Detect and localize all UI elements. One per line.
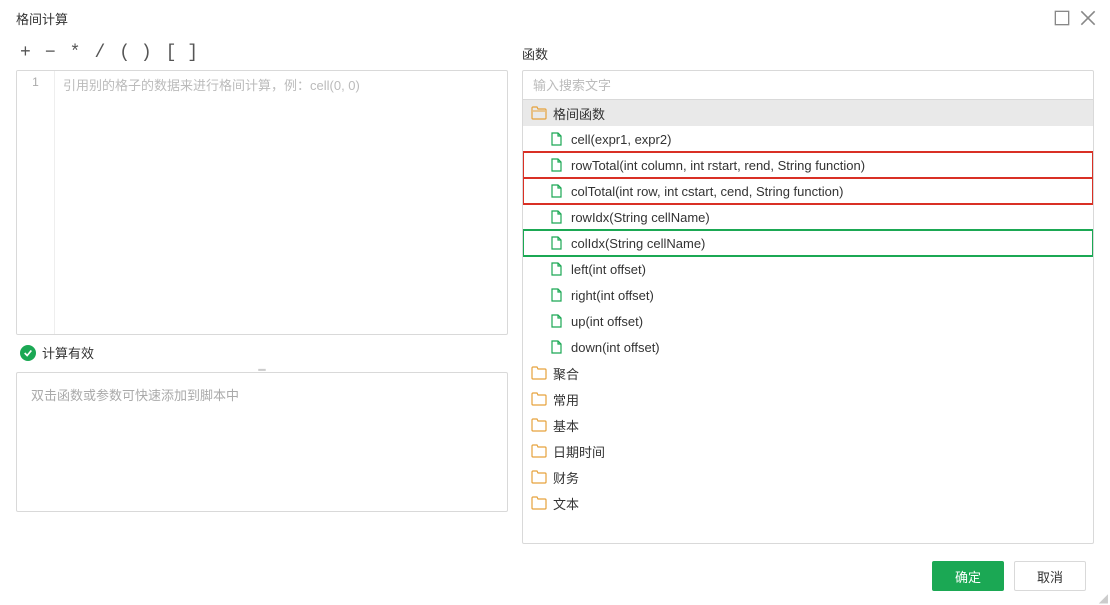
tree-folder[interactable]: 聚合 xyxy=(523,360,1093,386)
tree-label: up(int offset) xyxy=(571,314,643,329)
code-editor[interactable]: 1 引用别的格子的数据来进行格间计算，例：cell(0, 0) xyxy=(16,70,508,335)
tree-folder[interactable]: 格间函数 xyxy=(523,100,1093,126)
editor-gutter: 1 xyxy=(17,71,55,334)
tree-label: 文本 xyxy=(553,494,579,513)
file-icon xyxy=(549,340,565,354)
cancel-button[interactable]: 取消 xyxy=(1014,561,1086,591)
file-icon xyxy=(549,288,565,302)
editor-content[interactable]: 引用别的格子的数据来进行格间计算，例：cell(0, 0) xyxy=(55,71,507,334)
line-number: 1 xyxy=(17,75,54,89)
tree-label: 常用 xyxy=(553,390,579,409)
tree-label: right(int offset) xyxy=(571,288,654,303)
file-icon xyxy=(549,210,565,224)
file-icon xyxy=(549,158,565,172)
check-icon xyxy=(20,345,36,361)
op-plus[interactable]: + xyxy=(20,43,31,63)
tree-label: 日期时间 xyxy=(553,442,605,461)
tree-item[interactable]: right(int offset) xyxy=(523,282,1093,308)
folder-icon xyxy=(531,106,547,120)
op-paren[interactable]: ( ) xyxy=(119,43,151,63)
file-icon xyxy=(549,184,565,198)
tree-folder[interactable]: 文本 xyxy=(523,490,1093,516)
tree-label: rowIdx(String cellName) xyxy=(571,210,710,225)
op-star[interactable]: * xyxy=(70,43,81,63)
tree-label: left(int offset) xyxy=(571,262,646,277)
tree-folder[interactable]: 财务 xyxy=(523,464,1093,490)
file-icon xyxy=(549,262,565,276)
tree-label: rowTotal(int column, int rstart, rend, S… xyxy=(571,158,865,173)
maximize-button[interactable] xyxy=(1054,10,1070,26)
tree-label: down(int offset) xyxy=(571,340,660,355)
folder-icon xyxy=(531,444,547,458)
tree-item[interactable]: down(int offset) xyxy=(523,334,1093,360)
window-title: 格间计算 xyxy=(16,9,68,28)
tree-label: colIdx(String cellName) xyxy=(571,236,705,251)
body: + − * / ( ) [ ] 1 引用别的格子的数据来进行格间计算，例：cel… xyxy=(0,36,1110,544)
tree-label: cell(expr1, expr2) xyxy=(571,132,671,147)
close-button[interactable] xyxy=(1080,10,1096,26)
tree-item[interactable]: cell(expr1, expr2) xyxy=(523,126,1093,152)
footer: 确定 取消 xyxy=(0,548,1110,604)
file-icon xyxy=(549,314,565,328)
op-minus[interactable]: − xyxy=(45,43,56,63)
tree-label: 财务 xyxy=(553,468,579,487)
tree-item[interactable]: colTotal(int row, int cstart, cend, Stri… xyxy=(523,178,1093,204)
hint-text: 双击函数或参数可快速添加到脚本中 xyxy=(31,388,239,403)
function-tree[interactable]: 格间函数 cell(expr1, expr2) rowTotal(int colum… xyxy=(522,100,1094,544)
tree-item[interactable]: rowTotal(int column, int rstart, rend, S… xyxy=(523,152,1093,178)
folder-icon xyxy=(531,418,547,432)
titlebar: 格间计算 xyxy=(0,0,1110,36)
tree-folder[interactable]: 基本 xyxy=(523,412,1093,438)
tree-item[interactable]: left(int offset) xyxy=(523,256,1093,282)
folder-icon xyxy=(531,366,547,380)
tree-label: 格间函数 xyxy=(553,104,605,123)
op-bracket[interactable]: [ ] xyxy=(166,43,198,63)
tree-item[interactable]: up(int offset) xyxy=(523,308,1093,334)
ok-button[interactable]: 确定 xyxy=(932,561,1004,591)
tree-label: 基本 xyxy=(553,416,579,435)
right-column: 函数 格间函数 cell(expr1, expr2) rowTotal(int co… xyxy=(522,36,1094,544)
tree-item[interactable]: colIdx(String cellName) xyxy=(523,230,1093,256)
resize-grip[interactable]: ◢ xyxy=(1099,594,1108,602)
window-controls xyxy=(1054,10,1096,26)
folder-icon xyxy=(531,470,547,484)
tree-item[interactable]: rowIdx(String cellName) xyxy=(523,204,1093,230)
op-slash[interactable]: / xyxy=(94,43,105,63)
file-icon xyxy=(549,132,565,146)
tree-folder[interactable]: 日期时间 xyxy=(523,438,1093,464)
functions-title: 函数 xyxy=(522,36,1094,70)
folder-icon xyxy=(531,392,547,406)
left-column: + − * / ( ) [ ] 1 引用别的格子的数据来进行格间计算，例：cel… xyxy=(16,36,508,544)
operator-toolbar: + − * / ( ) [ ] xyxy=(16,36,508,70)
hint-box: 双击函数或参数可快速添加到脚本中 xyxy=(16,372,508,512)
status-label: 计算有效 xyxy=(42,343,94,362)
folder-icon xyxy=(531,496,547,510)
tree-folder[interactable]: 常用 xyxy=(523,386,1093,412)
tree-label: colTotal(int row, int cstart, cend, Stri… xyxy=(571,184,843,199)
tree-label: 聚合 xyxy=(553,364,579,383)
file-icon xyxy=(549,236,565,250)
search-input[interactable] xyxy=(522,70,1094,100)
